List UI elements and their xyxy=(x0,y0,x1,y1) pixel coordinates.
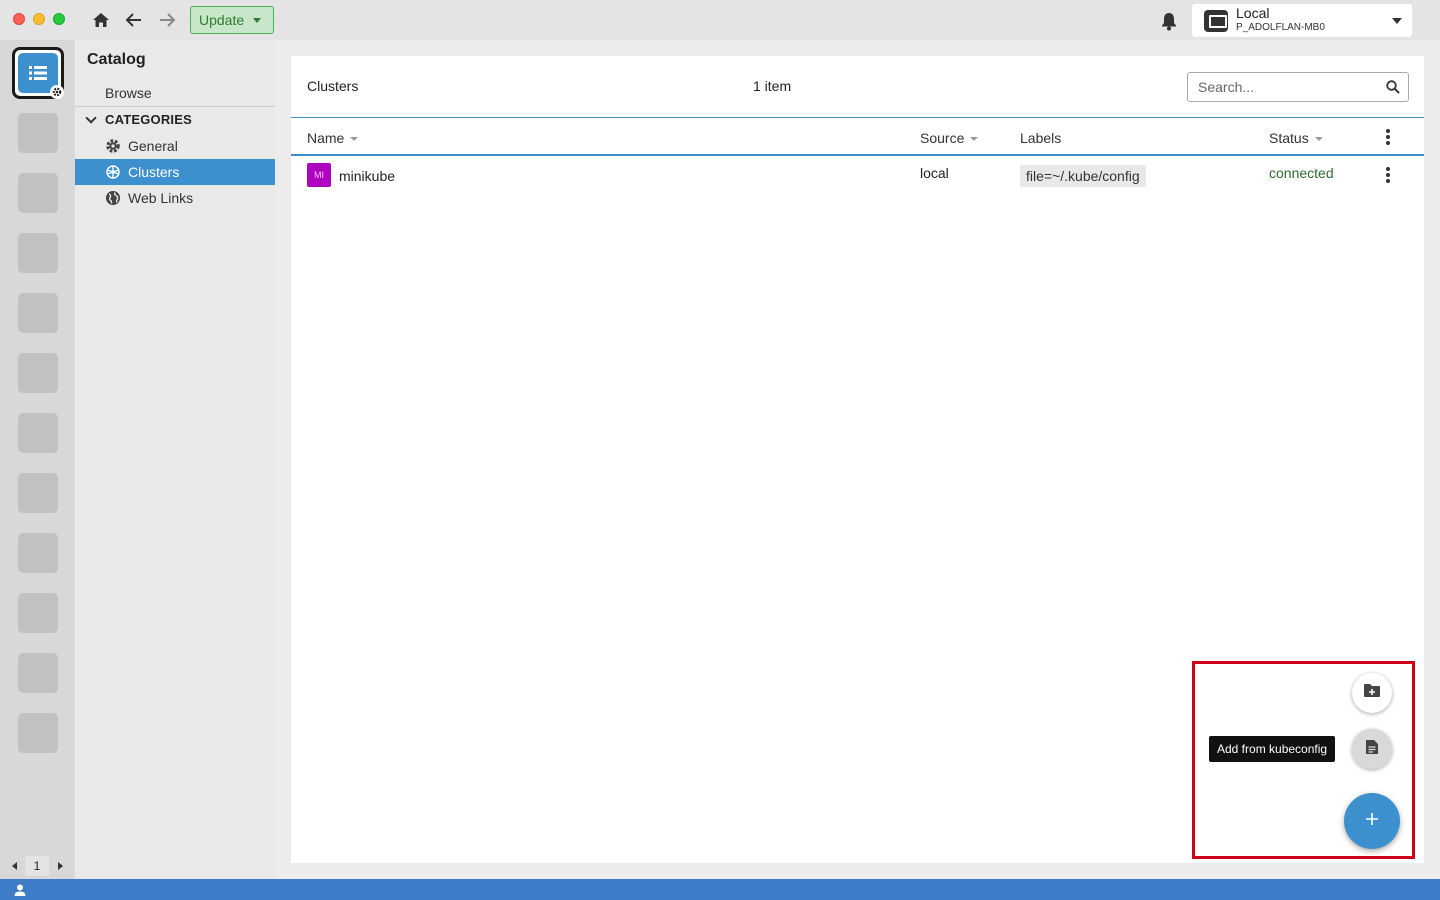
column-header-label: Name xyxy=(307,130,345,146)
gear-icon xyxy=(50,85,64,99)
column-header-status[interactable]: Status xyxy=(1269,130,1323,146)
cell-source: local xyxy=(920,165,949,181)
search-icon[interactable] xyxy=(1386,80,1400,94)
item-count: 1 item xyxy=(753,78,792,94)
forward-arrow-icon[interactable] xyxy=(157,10,177,30)
hotbar-empty-cell[interactable] xyxy=(18,413,58,453)
title-bar: Update Local P_ADOLFLAN-MB0 xyxy=(0,0,1440,40)
avatar: MI xyxy=(307,163,331,187)
hotbar-selector-title: Local xyxy=(1236,5,1270,21)
hotbar-empty-cell[interactable] xyxy=(18,593,58,633)
sort-caret-icon xyxy=(350,137,359,142)
search-input[interactable] xyxy=(1188,73,1378,101)
hotbar-empty-cell[interactable] xyxy=(18,653,58,693)
search-box[interactable] xyxy=(1187,72,1409,102)
column-header-source[interactable]: Source xyxy=(920,130,979,146)
more-vertical-icon[interactable] xyxy=(1386,129,1390,145)
column-header-label: Source xyxy=(920,130,965,146)
hotbar: 1 xyxy=(0,40,75,879)
close-window-button[interactable] xyxy=(13,13,25,25)
categories-label: CATEGORIES xyxy=(105,112,192,127)
table-header: Name Source Labels Status xyxy=(291,118,1424,156)
sidebar-item-clusters[interactable]: Clusters xyxy=(75,159,275,185)
add-button[interactable] xyxy=(1344,793,1400,849)
user-icon[interactable] xyxy=(13,883,27,897)
hotbar-empty-cell[interactable] xyxy=(18,113,58,153)
back-arrow-icon[interactable] xyxy=(124,10,144,30)
globe-icon xyxy=(105,190,121,206)
add-from-kubeconfig-button[interactable] xyxy=(1352,729,1392,769)
column-header-name[interactable]: Name xyxy=(307,130,359,146)
update-button-label: Update xyxy=(199,12,245,28)
hotbar-empty-cell[interactable] xyxy=(18,293,58,333)
sidebar-item-label: Web Links xyxy=(128,190,194,206)
minimize-window-button[interactable] xyxy=(33,13,45,25)
status-badge: connected xyxy=(1269,165,1334,181)
sort-caret-icon xyxy=(970,137,979,142)
hotbar-empty-cell[interactable] xyxy=(18,473,58,513)
folder-plus-icon xyxy=(1363,683,1381,703)
hotbar-empty-cell[interactable] xyxy=(18,713,58,753)
more-vertical-icon[interactable] xyxy=(1386,167,1390,183)
update-button[interactable]: Update xyxy=(190,6,274,34)
tooltip: Add from kubeconfig xyxy=(1209,736,1336,762)
list-header: Clusters 1 item xyxy=(291,56,1424,118)
sidebar-item-general[interactable]: General xyxy=(75,133,275,159)
hotbar-selector[interactable]: Local P_ADOLFLAN-MB0 xyxy=(1192,4,1412,37)
label-badge: file=~/.kube/config xyxy=(1020,165,1146,187)
status-bar xyxy=(0,879,1440,900)
chevron-down-icon xyxy=(253,18,261,23)
laptop-icon xyxy=(1204,10,1228,32)
cell-name: minikube xyxy=(339,168,396,184)
chevron-down-icon xyxy=(1392,18,1402,24)
file-icon xyxy=(1365,739,1379,760)
categories-toggle[interactable]: CATEGORIES xyxy=(75,108,275,132)
hotbar-empty-cell[interactable] xyxy=(18,173,58,213)
plus-icon xyxy=(1364,811,1380,832)
chevron-right-icon[interactable] xyxy=(58,862,63,870)
home-icon[interactable] xyxy=(91,10,111,30)
chevron-left-icon[interactable] xyxy=(12,862,17,870)
bell-icon[interactable] xyxy=(1160,11,1180,31)
sidebar-title: Catalog xyxy=(87,51,146,68)
sidebar-item-label: Clusters xyxy=(128,164,180,180)
sidebar-item-label: General xyxy=(128,138,178,154)
sidebar-item-web-links[interactable]: Web Links xyxy=(75,185,275,211)
column-header-labels: Labels xyxy=(1020,130,1061,146)
hotbar-selector-subtitle: P_ADOLFLAN-MB0 xyxy=(1236,22,1325,33)
page-title: Clusters xyxy=(307,78,359,94)
hotbar-empty-cell[interactable] xyxy=(18,233,58,273)
sidebar-item-browse[interactable]: Browse xyxy=(105,85,152,101)
divider xyxy=(75,106,275,107)
column-header-label: Labels xyxy=(1020,130,1062,146)
hotbar-page-number: 1 xyxy=(25,856,49,876)
maximize-window-button[interactable] xyxy=(53,13,65,25)
column-header-label: Status xyxy=(1269,130,1309,146)
catalog-hotbar-item[interactable] xyxy=(12,47,64,99)
chevron-down-icon xyxy=(85,112,97,124)
hotbar-empty-cell[interactable] xyxy=(18,353,58,393)
add-folder-button[interactable] xyxy=(1352,673,1392,713)
table-row[interactable]: MI minikube local file=~/.kube/config co… xyxy=(291,157,1424,193)
hotbar-pager: 1 xyxy=(0,856,75,878)
hotbar-empty-cell[interactable] xyxy=(18,533,58,573)
sort-caret-icon xyxy=(1314,137,1323,142)
catalog-sidebar: Catalog Browse CATEGORIES General Cluste… xyxy=(75,40,275,879)
kubernetes-icon xyxy=(105,164,121,180)
gear-icon xyxy=(105,138,121,154)
